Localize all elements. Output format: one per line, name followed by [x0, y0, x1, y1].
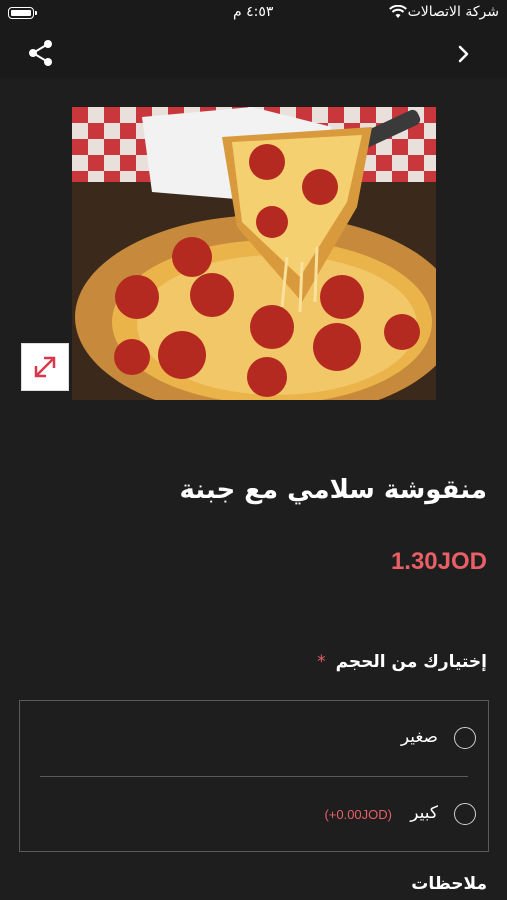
chevron-right-icon[interactable] — [454, 40, 474, 68]
required-mark: * — [317, 652, 326, 672]
product-title: منقوشة سلامي مع جبنة — [179, 475, 487, 505]
size-section-label: إختيارك من الحجم * — [317, 652, 487, 672]
option-name: كبير — [410, 803, 438, 823]
expand-icon — [34, 356, 56, 378]
carrier-name: شركة الاتصالات — [407, 4, 499, 20]
battery-icon — [8, 7, 37, 19]
nav-bar — [0, 30, 507, 78]
radio-button[interactable] — [454, 803, 476, 825]
wifi-icon — [389, 5, 407, 18]
product-price: 1.30JOD — [390, 548, 487, 575]
share-icon[interactable] — [26, 38, 56, 68]
size-option-small[interactable]: صغير — [20, 701, 488, 776]
expand-image-button[interactable] — [21, 343, 69, 391]
size-options: صغير كبير (+0.00JOD) — [19, 700, 489, 852]
status-bar: ٤:٥٣ م شركة الاتصالات — [0, 0, 507, 30]
size-option-large[interactable]: كبير (+0.00JOD) — [20, 777, 488, 852]
radio-button[interactable] — [454, 727, 476, 749]
option-name: صغير — [400, 727, 438, 747]
product-image — [72, 107, 436, 400]
status-time: ٤:٥٣ م — [233, 4, 274, 20]
option-price: (+0.00JOD) — [324, 807, 392, 822]
size-label-text: إختيارك من الحجم — [335, 652, 487, 672]
notes-label: ملاحظات — [411, 874, 487, 894]
